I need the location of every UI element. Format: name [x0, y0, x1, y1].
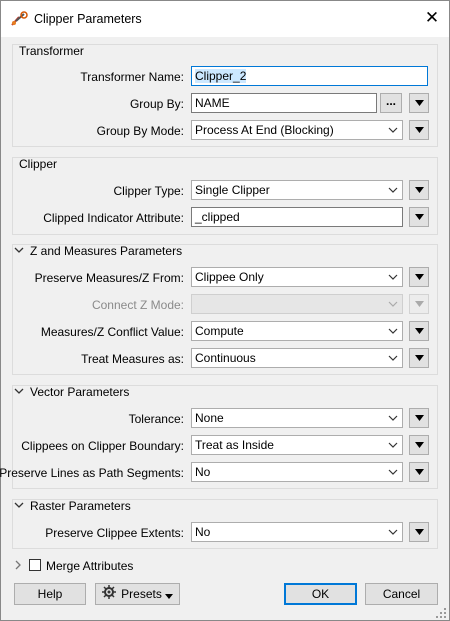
boundary-select[interactable]: Treat as Inside [191, 435, 403, 455]
treat-measures-menu-button[interactable] [409, 348, 429, 368]
triangle-down-icon [414, 127, 424, 133]
treat-measures-select[interactable]: Continuous [191, 348, 403, 368]
merge-attributes-checkbox[interactable] [29, 559, 41, 571]
triangle-down-icon [414, 529, 424, 535]
chevron-down-icon [388, 295, 398, 313]
clipper-parameters-dialog: Clipper Parameters ✕ Transformer Transfo… [0, 0, 450, 621]
path-segments-select[interactable]: No [191, 462, 403, 482]
transformer-section-title: Transformer [19, 44, 84, 58]
clippee-extents-select[interactable]: No [191, 522, 403, 542]
chevron-down-icon [388, 322, 398, 340]
z-measures-section-title: Z and Measures Parameters [30, 244, 183, 258]
chevron-down-icon [388, 523, 398, 541]
conflict-value-label: Measures/Z Conflict Value: [40, 325, 184, 339]
connect-z-select [191, 294, 403, 314]
preserve-measures-menu-button[interactable] [409, 267, 429, 287]
boundary-value: Treat as Inside [195, 438, 274, 452]
triangle-down-icon [414, 442, 424, 448]
vector-section-title: Vector Parameters [30, 385, 130, 399]
group-by-mode-label: Group By Mode: [96, 124, 184, 138]
boundary-label: Clippees on Clipper Boundary: [21, 439, 184, 453]
clippee-extents-label: Preserve Clippee Extents: [45, 526, 184, 540]
collapse-chevron-icon[interactable] [14, 387, 24, 397]
connect-z-menu-button [409, 294, 429, 314]
conflict-value-value: Compute [195, 324, 244, 338]
triangle-down-icon [414, 328, 424, 334]
collapse-chevron-icon[interactable] [14, 501, 24, 511]
presets-button[interactable]: Presets [95, 583, 180, 605]
group-by-browse-button[interactable]: ... [380, 93, 402, 113]
ok-button[interactable]: OK [284, 583, 357, 605]
triangle-down-icon [414, 415, 424, 421]
chevron-down-icon [388, 181, 398, 199]
chevron-down-icon [388, 349, 398, 367]
transformer-name-input[interactable]: Clipper_2 [191, 66, 428, 86]
clippee-extents-value: No [195, 525, 211, 539]
chevron-down-icon [388, 463, 398, 481]
triangle-down-icon [414, 187, 424, 193]
conflict-value-menu-button[interactable] [409, 321, 429, 341]
chevron-down-icon [388, 121, 398, 139]
collapse-chevron-icon[interactable] [14, 246, 24, 256]
clipper-section-title: Clipper [19, 157, 58, 171]
triangle-down-icon [414, 469, 424, 475]
presets-gear-icon [101, 584, 116, 605]
transformer-name-label: Transformer Name: [80, 70, 184, 84]
preserve-measures-value: Clippee Only [195, 270, 264, 284]
clipped-indicator-label: Clipped Indicator Attribute: [43, 211, 184, 225]
tolerance-label: Tolerance: [128, 412, 184, 426]
tolerance-value: None [195, 411, 224, 425]
resize-grip-icon[interactable] [436, 607, 446, 618]
clipped-indicator-input[interactable]: _clipped [191, 207, 403, 227]
clippee-extents-menu-button[interactable] [409, 522, 429, 542]
presets-label: Presets [121, 587, 162, 601]
group-by-mode-value: Process At End (Blocking) [195, 123, 334, 137]
clipper-type-label: Clipper Type: [113, 184, 184, 198]
triangle-down-icon [414, 355, 424, 361]
preserve-measures-label: Preserve Measures/Z From: [34, 271, 184, 285]
chevron-down-icon [388, 436, 398, 454]
boundary-menu-button[interactable] [409, 435, 429, 455]
tolerance-select[interactable]: None [191, 408, 403, 428]
window-title: Clipper Parameters [34, 12, 142, 26]
group-by-label: Group By: [129, 97, 184, 111]
transformer-icon [10, 11, 28, 27]
raster-section-title: Raster Parameters [30, 499, 131, 513]
expand-chevron-icon[interactable] [14, 560, 24, 570]
merge-attributes-label: Merge Attributes [46, 559, 134, 573]
triangle-down-icon [414, 214, 424, 220]
path-segments-label: Preserve Lines as Path Segments: [0, 466, 184, 480]
group-by-menu-button[interactable] [409, 93, 429, 113]
preserve-measures-select[interactable]: Clippee Only [191, 267, 403, 287]
close-button[interactable]: ✕ [417, 3, 447, 33]
group-by-mode-select[interactable]: Process At End (Blocking) [191, 120, 403, 140]
path-segments-value: No [195, 465, 211, 479]
clipped-indicator-menu-button[interactable] [409, 207, 429, 227]
triangle-down-icon [165, 585, 174, 605]
triangle-down-icon [414, 274, 424, 280]
clipper-type-select[interactable]: Single Clipper [191, 180, 403, 200]
help-button[interactable]: Help [14, 583, 86, 605]
treat-measures-value: Continuous [195, 351, 256, 365]
chevron-down-icon [388, 268, 398, 286]
treat-measures-label: Treat Measures as: [81, 352, 184, 366]
transformer-name-value: Clipper_2 [195, 69, 247, 83]
clipper-type-menu-button[interactable] [409, 180, 429, 200]
group-by-mode-menu-button[interactable] [409, 120, 429, 140]
clipper-type-value: Single Clipper [195, 183, 270, 197]
conflict-value-select[interactable]: Compute [191, 321, 403, 341]
group-by-input[interactable]: NAME [191, 93, 377, 113]
path-segments-menu-button[interactable] [409, 462, 429, 482]
triangle-down-icon [414, 100, 424, 106]
tolerance-menu-button[interactable] [409, 408, 429, 428]
connect-z-label: Connect Z Mode: [91, 298, 184, 312]
chevron-down-icon [388, 409, 398, 427]
cancel-button[interactable]: Cancel [365, 583, 438, 605]
title-bar: Clipper Parameters ✕ [1, 1, 449, 37]
triangle-down-icon [414, 301, 424, 307]
